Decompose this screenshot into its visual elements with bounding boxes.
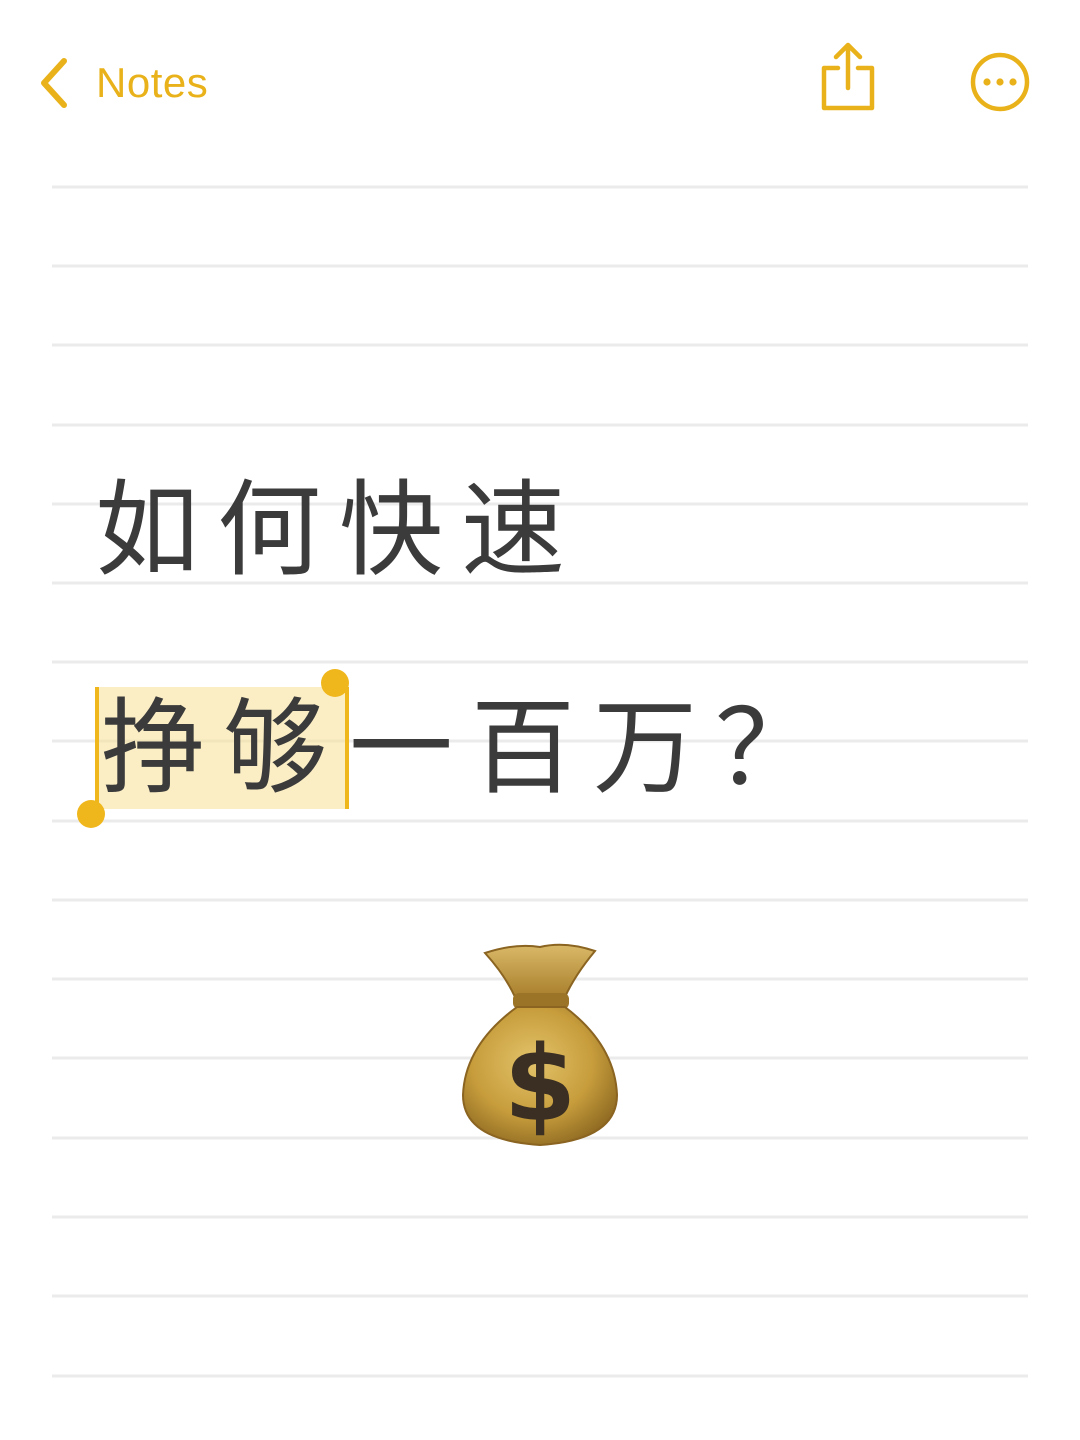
selection-start-handle[interactable] [77, 800, 105, 828]
money-bag-icon: $ [461, 943, 619, 1147]
svg-text:$: $ [504, 1023, 576, 1145]
ellipsis-circle-icon[interactable] [968, 50, 1032, 114]
navigation-bar: Notes [0, 0, 1080, 160]
note-text-line-2-rest: 一百万？ [349, 687, 838, 809]
note-text-line-1[interactable]: 如何快速 [95, 478, 583, 582]
selection-end-handle[interactable] [321, 669, 349, 697]
note-text-line-2[interactable]: 挣够一百万？ [95, 687, 837, 809]
chevron-left-icon [41, 58, 67, 108]
back-button-label: Notes [96, 59, 209, 106]
selected-text[interactable]: 挣够 [95, 687, 350, 809]
back-button[interactable]: Notes [36, 50, 208, 116]
share-icon[interactable] [816, 40, 880, 114]
